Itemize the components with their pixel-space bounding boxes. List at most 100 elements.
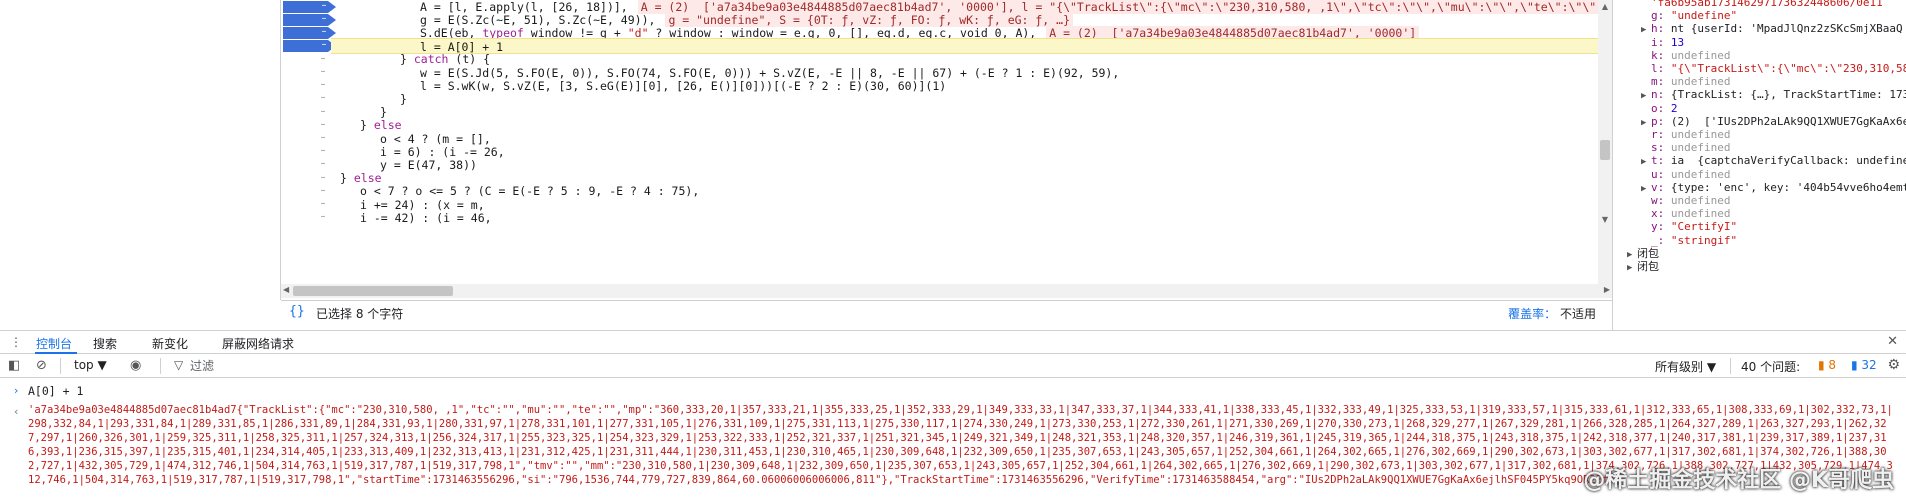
scope-variable-value: undefined <box>1670 194 1731 207</box>
scope-section-closure[interactable]: ▶ 闭包 <box>1627 259 1666 275</box>
code-line[interactable]: l = S.wK(w, S.vZ(E, [3, S.eG(E)][0], [26… <box>331 78 946 94</box>
coverage-status: 覆盖率： 不适用 <box>1508 305 1596 322</box>
gutter-line[interactable]: – <box>315 172 331 183</box>
scope-variable-name: i: <box>1651 35 1671 49</box>
gear-icon[interactable]: ⚙ <box>1887 357 1900 373</box>
scope-variable-value: "{\"TrackList\":{\"mc\":\"230,310,580 <box>1670 62 1906 75</box>
editor-horizontal-scrollbar[interactable]: ◀ ▶ <box>281 284 1612 298</box>
breakpoint-marker[interactable]: – <box>283 39 336 53</box>
scope-variable-value: undefined <box>1670 75 1731 89</box>
scope-variable-name: l: <box>1651 62 1671 75</box>
toolbar-divider <box>60 358 61 374</box>
scroll-right-icon[interactable]: ▶ <box>1604 285 1610 294</box>
line-gutter[interactable]: – – – – – – – – – – – – – – – – – <box>281 0 336 284</box>
editor-status-bar: {} 已选择 8 个字符 覆盖率： 不适用 <box>281 300 1612 322</box>
scope-variable-name: 闭包 <box>1637 260 1666 273</box>
issues-warning-count[interactable]: ▮ 8 <box>1818 358 1836 372</box>
gutter-line[interactable]: – <box>315 185 331 196</box>
breakpoint-marker[interactable]: – <box>283 26 336 39</box>
scope-variable-name: w: <box>1651 194 1671 207</box>
gutter-fold-icon: – <box>321 25 327 37</box>
sidebar-toggle-icon[interactable]: ◧ <box>8 358 20 373</box>
tab-changes[interactable]: 新变化 <box>152 335 188 352</box>
more-tabs-icon[interactable]: ⋮ <box>10 335 22 349</box>
code-token: i -= 42) : (i = 46, <box>360 210 492 225</box>
current-execution-line[interactable]: l = A[0] + 1 <box>331 38 1611 55</box>
scope-variable-value: undefined <box>1670 48 1731 62</box>
toolbar-divider <box>160 358 161 374</box>
scope-variable-name: m: <box>1651 75 1671 89</box>
gutter-line[interactable]: – <box>315 198 331 209</box>
horizontal-scroll-thumb[interactable] <box>293 286 453 296</box>
coverage-label[interactable]: 覆盖率： <box>1508 307 1556 321</box>
scope-variable-value: "undefine" <box>1670 9 1738 23</box>
clear-console-icon[interactable]: ⊘ <box>36 358 47 373</box>
scope-variable-value: (2) ['IUs2DPh2aLAk9QQ1XWUE7GgKaAx6ej <box>1670 114 1906 128</box>
scope-variable-value: ia {captchaVerifyCallback: undefined <box>1670 154 1906 168</box>
tab-network-request-blocking[interactable]: 屏蔽网络请求 <box>222 335 294 352</box>
scope-variable-value: undefined <box>1670 141 1731 155</box>
coverage-value: 不适用 <box>1559 307 1596 321</box>
scope-variable-name: y: <box>1651 220 1671 234</box>
console-output[interactable]: › A[0] + 1 ‹ 'a7a34be9a03e4844885d07aec8… <box>0 378 1906 502</box>
output-chevron-icon: ‹ <box>14 405 19 418</box>
gutter-fold-icon: – <box>321 0 327 11</box>
editor-vertical-scrollbar[interactable]: ▲ ▼ <box>1598 0 1612 284</box>
gutter-line[interactable]: – <box>315 158 331 169</box>
gutter-line[interactable]: – <box>315 92 331 103</box>
gutter-line[interactable]: – <box>315 211 331 222</box>
gutter-line[interactable]: – <box>315 145 331 156</box>
gutter-line[interactable]: – <box>315 79 331 90</box>
issues-label[interactable]: 40 个问题: <box>1741 358 1800 375</box>
tab-search[interactable]: 搜索 <box>93 335 117 352</box>
watermark: @稀土掘金技术社区 @K哥爬虫 <box>1583 468 1894 493</box>
gutter-line[interactable]: – <box>315 132 331 143</box>
scroll-thumb[interactable] <box>1600 140 1610 160</box>
scope-variable-row[interactable]: ▶ n: {TrackList: {…}, TrackStartTime: 173 <box>1641 87 1906 103</box>
toolbar-divider <box>1730 358 1731 374</box>
scope-variable-name: t: <box>1651 154 1671 168</box>
expand-triangle-icon[interactable]: ▶ <box>1627 260 1637 276</box>
gutter-line[interactable]: – <box>315 106 331 117</box>
scope-variable-value: "CertifyI" <box>1670 220 1738 234</box>
breakpoint-marker[interactable]: – <box>283 0 336 13</box>
scope-variable-name: n: <box>1651 88 1671 102</box>
scope-variable-name: 闭包 <box>1637 246 1666 260</box>
eye-icon[interactable]: ◉ <box>130 358 141 373</box>
tab-console[interactable]: 控制台 <box>36 335 72 352</box>
scroll-up-icon[interactable]: ▲ <box>1600 2 1610 11</box>
breakpoint-marker[interactable]: – <box>283 13 336 26</box>
scroll-left-icon[interactable]: ◀ <box>283 285 289 294</box>
scope-variable-value: {TrackList: {…}, TrackStartTime: 173 <box>1670 88 1906 102</box>
navigator-pane <box>0 0 281 300</box>
code-token: y = E(47, 38)) <box>380 157 477 172</box>
scope-variable-name: r: <box>1651 128 1671 141</box>
code-line[interactable]: i -= 42) : (i = 46, <box>331 210 492 226</box>
code-editor[interactable]: – – – – – – – – – – – – – – – – – A = [l, E.apply(l, [26… <box>281 0 1612 284</box>
gutter-line[interactable]: – <box>315 66 331 77</box>
sources-panel: – – – – – – – – – – – – – – – – – A = [l, E.apply(l, [26… <box>0 0 1906 330</box>
scope-variable-name: v: <box>1651 180 1671 194</box>
scope-variable-name: u: <box>1651 167 1671 181</box>
scope-variable-name: _: <box>1651 233 1671 247</box>
scope-variable-value: {type: 'enc', key: '404b54vve6ho4emt' <box>1670 180 1906 194</box>
code-lines[interactable]: A = [l, E.apply(l, [26, 18])], A = (2) ['… <box>331 0 1611 284</box>
context-selector[interactable]: top ▼ <box>74 358 107 372</box>
scroll-down-icon[interactable]: ▼ <box>1600 215 1610 224</box>
scope-variable-name: h: <box>1651 22 1671 36</box>
log-levels-select[interactable]: 所有级别 ▼ <box>1655 358 1716 375</box>
scope-variable-name: p: <box>1651 114 1671 128</box>
console-input-echo: A[0] + 1 <box>28 384 84 398</box>
drawer-tabbar: ⋮ 控制台 搜索 新变化 屏蔽网络请求 ✕ <box>0 330 1906 354</box>
gutter-line[interactable]: – <box>315 53 331 64</box>
scope-variable-value: 13 <box>1670 35 1685 49</box>
issues-info-count[interactable]: ▮ 32 <box>1851 358 1877 372</box>
scope-pane[interactable]: 'fa6b95ab173146297173632448606/0e11 g: "u… <box>1612 0 1906 330</box>
gutter-line[interactable]: – <box>315 119 331 130</box>
close-icon[interactable]: ✕ <box>1887 334 1898 349</box>
pretty-print-icon[interactable]: {} <box>289 304 305 319</box>
scope-variable-value: 2 <box>1670 101 1678 115</box>
filter-input[interactable] <box>190 357 1390 375</box>
scope-variable-name: s: <box>1651 141 1671 155</box>
gutter-fold-icon: – <box>321 39 327 51</box>
